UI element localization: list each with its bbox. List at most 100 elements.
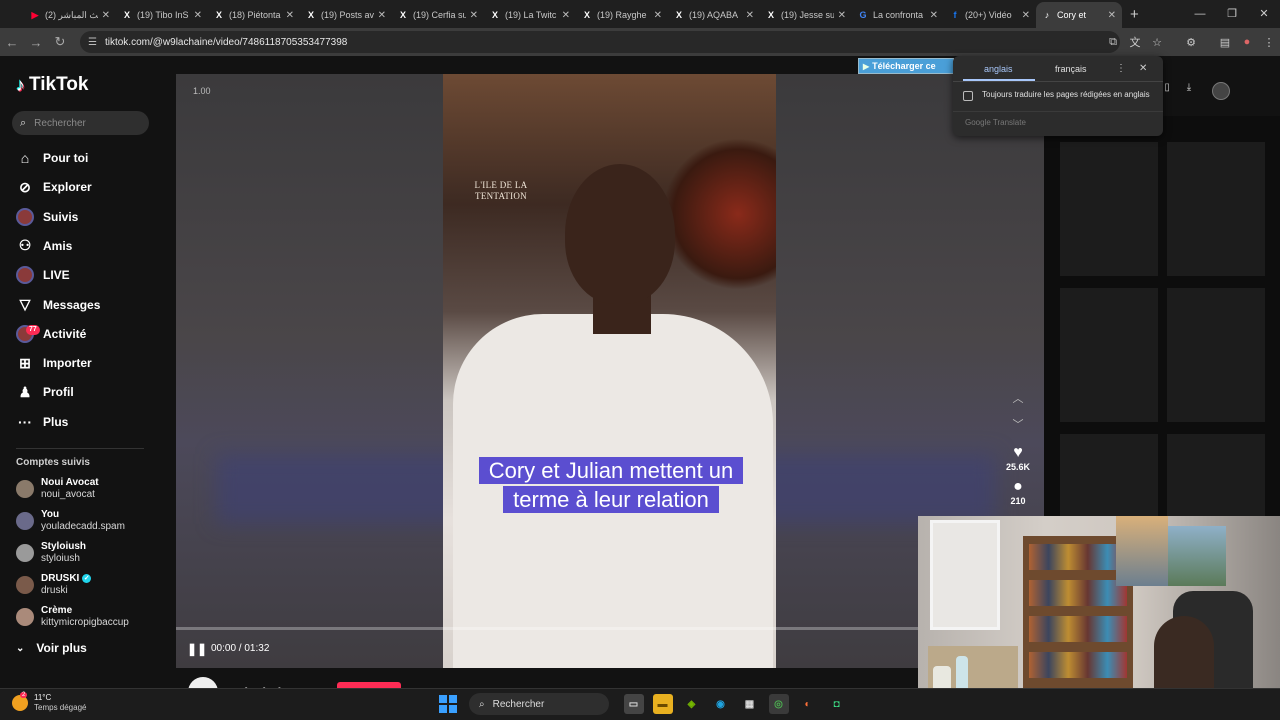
pause-icon[interactable]: ❚❚ [187,642,207,656]
comment-button[interactable]: ● 210 [998,478,1038,506]
webcam-poster [1168,526,1226,586]
browser-tab[interactable]: f (20+) Vidéo ✕ [944,2,1036,28]
start-icon[interactable] [439,695,457,713]
translate-icon[interactable]: 文 [1124,34,1146,50]
playback-speed[interactable]: 1.00 [193,86,211,96]
tab-close-icon[interactable]: ✕ [746,10,754,21]
browser-tab[interactable]: G La confronta ✕ [852,2,944,28]
previous-video-icon[interactable]: ︿ [998,386,1038,412]
taskbar-search[interactable]: ⌕ Rechercher [469,693,609,715]
task-view-icon[interactable]: ▭ [623,694,644,714]
extensions-icon[interactable]: ⚙ [1180,36,1202,49]
video-player[interactable]: 1.00 L'ILE DE LA TENTATION Cory et Julia… [176,74,1044,668]
followed-account[interactable]: DRUSKI ✓ druski [16,572,166,598]
address-bar[interactable]: ☰ tiktok.com/@w9lachaine/video/748611870… [80,31,1120,53]
close-icon[interactable]: ✕ [1139,63,1147,74]
profile-avatar-icon[interactable]: ● [1236,36,1258,48]
related-video-thumbnail[interactable] [1060,288,1158,422]
nvidia-icon[interactable]: ◈ [682,694,702,714]
tab-close-icon[interactable]: ✕ [562,10,570,21]
x-icon: X [675,10,682,20]
close-window-icon[interactable]: ✕ [1248,0,1280,28]
install-icon[interactable]: ⧉ [1102,36,1124,49]
next-video-icon[interactable]: ﹀ [998,412,1038,438]
progress-bar[interactable] [176,627,1044,630]
maximize-icon[interactable]: ❐ [1216,0,1248,28]
like-button[interactable]: ♥ 25.6K [998,444,1038,472]
related-video-thumbnail[interactable] [1167,142,1265,276]
reload-icon[interactable]: ↻ [48,34,72,50]
see-more-button[interactable]: ⌄ Voir plus [16,641,87,655]
verified-icon: ✓ [82,573,92,583]
video-frame[interactable]: L'ILE DE LA TENTATION [443,74,776,668]
tab-close-icon[interactable]: ✕ [194,10,202,21]
file-explorer-icon[interactable]: ▬ [652,694,673,714]
download-icon[interactable]: ⤓ [1178,82,1200,100]
always-translate-checkbox[interactable] [963,91,973,101]
browser-tab[interactable]: ♪ Cory et ✕ [1036,2,1122,28]
target-language-tab[interactable]: français [1055,64,1087,74]
source-language-tab[interactable]: anglais [984,64,1013,74]
sidebar-item-profil[interactable]: ♟ Profil [16,381,156,403]
sidebar-item-label: LIVE [43,268,70,283]
sidebar-item-suivis[interactable]: Suivis [16,206,156,228]
chrome-icon[interactable]: ◎ [768,694,789,714]
sidebar-item-explorer[interactable]: ⊘ Explorer [16,176,156,198]
bookmark-star-icon[interactable]: ☆ [1146,36,1168,49]
related-video-thumbnail[interactable] [1060,142,1158,276]
search-input[interactable]: ⌕ Rechercher [12,111,149,135]
browser-tab[interactable]: X (19) AQABA ✕ [668,2,760,28]
see-more-label: Voir plus [36,641,87,655]
browser-tab[interactable]: X (19) Cerfia su ✕ [392,2,484,28]
followed-account[interactable]: Styloiush styloiush [16,540,166,566]
translate-menu-icon[interactable]: ⋮ [1116,63,1126,74]
minimize-icon[interactable]: — [1184,0,1216,28]
sidebar-item-pour-toi[interactable]: ⌂ Pour toi [16,147,156,169]
tab-close-icon[interactable]: ✕ [378,10,386,21]
sidebar-item-live[interactable]: LIVE [16,264,156,286]
tab-close-icon[interactable]: ✕ [1108,10,1116,21]
home-icon: ⌂ [20,150,30,166]
store-icon[interactable]: ▦ [740,694,760,714]
new-tab-button[interactable]: + [1130,6,1139,23]
browser-tab[interactable]: X (18) Piétonta ✕ [208,2,300,28]
browser-tab[interactable]: ▶ (2) البث المباشر ✕ [24,2,116,28]
edge-icon[interactable]: ◉ [711,694,731,714]
followed-account[interactable]: Noui Avocat noui_avocat [16,476,166,502]
video-time: 00:00 / 01:32 [211,643,270,654]
person-head [565,164,675,304]
user-avatar[interactable] [1212,82,1230,100]
sidebar-item-amis[interactable]: ⚇ Amis [16,235,156,257]
site-info-icon[interactable]: ☰ [88,37,97,48]
browser-tab[interactable]: X (19) Tibo InS ✕ [116,2,208,28]
tab-search-icon[interactable]: ▤ [1214,36,1236,49]
weather-widget[interactable]: 2 11°C Temps dégagé [12,692,86,713]
x-icon: X [767,10,774,20]
firefox-icon[interactable]: ◐ [798,694,818,714]
followed-account[interactable]: Crème kittymicropigbaccup [16,604,166,630]
tab-close-icon[interactable]: ✕ [838,10,846,21]
browser-tab[interactable]: X (19) Rayghe ✕ [576,2,668,28]
android-icon[interactable]: ◘ [827,694,847,714]
x-icon: X [583,10,590,20]
sidebar-item-plus[interactable]: ··· Plus [16,411,156,433]
sidebar-item-importer[interactable]: ⊞ Importer [16,352,156,374]
download-button[interactable]: ▶ Télécharger ce [858,58,954,74]
browser-tab[interactable]: X (19) Posts av ✕ [300,2,392,28]
sidebar-item-messages[interactable]: ▽ Messages [16,294,156,316]
tab-close-icon[interactable]: ✕ [470,10,478,21]
chrome-menu-icon[interactable]: ⋮ [1258,36,1280,49]
back-icon[interactable]: ← [0,35,24,50]
tab-close-icon[interactable]: ✕ [1022,10,1030,21]
browser-tab[interactable]: X (19) Jesse su ✕ [760,2,852,28]
tab-close-icon[interactable]: ✕ [654,10,662,21]
tab-close-icon[interactable]: ✕ [930,10,938,21]
sidebar-item-activit-[interactable]: 77 Activité [16,323,156,345]
tab-close-icon[interactable]: ✕ [286,10,294,21]
browser-tab[interactable]: X (19) La Twitc ✕ [484,2,576,28]
followed-account[interactable]: You youladecadd.spam [16,508,166,534]
tab-close-icon[interactable]: ✕ [102,10,110,21]
tiktok-logo[interactable]: ♪ TikTok [16,74,88,96]
forward-icon[interactable]: → [24,35,48,50]
related-video-thumbnail[interactable] [1167,288,1265,422]
